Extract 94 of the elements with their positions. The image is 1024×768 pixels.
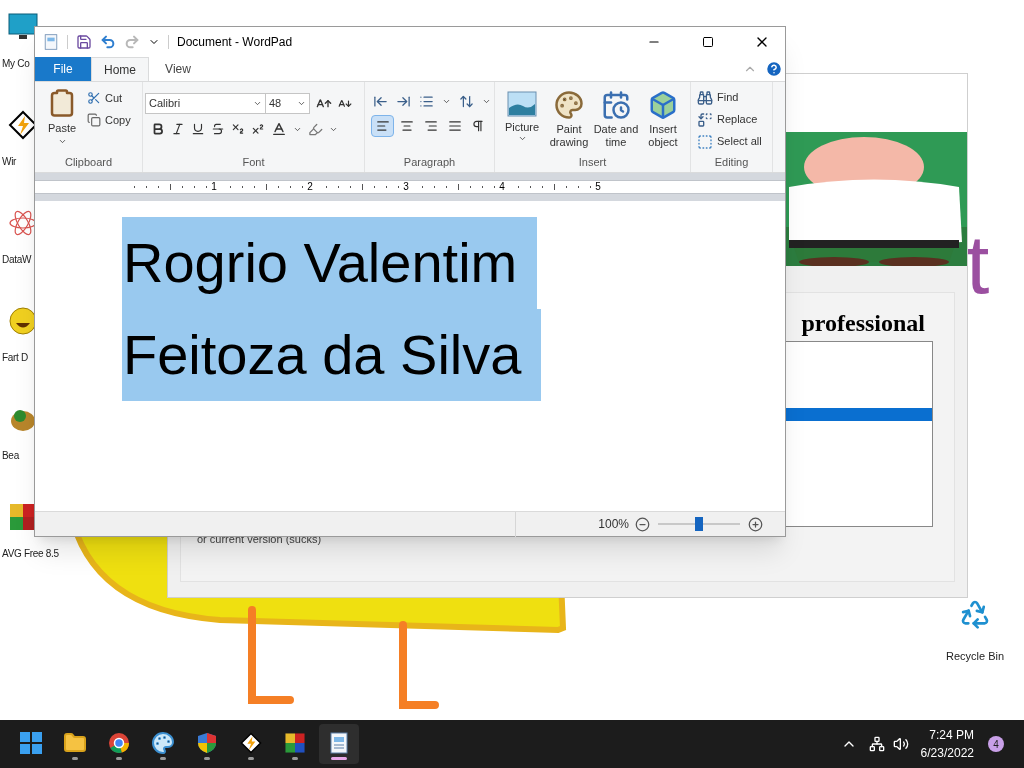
ruler-number: 4	[498, 182, 506, 192]
caret-icon[interactable]	[482, 97, 491, 106]
ruler-number: 3	[402, 182, 410, 192]
ribbon-tab[interactable]: Home	[91, 57, 149, 81]
align-justify-icon	[447, 119, 462, 133]
calendar-clock-icon	[601, 90, 631, 120]
group-label: Insert	[577, 154, 608, 170]
caret-icon[interactable]	[297, 99, 306, 108]
desktop-icon-label[interactable]: Fart D	[2, 350, 28, 365]
zoom-out-icon[interactable]	[635, 516, 650, 532]
highlighter-icon[interactable]	[308, 121, 323, 137]
increase-indent-icon[interactable]	[396, 94, 411, 109]
volume-icon[interactable]	[892, 736, 909, 752]
editing-button[interactable]: Find	[697, 88, 772, 107]
document-area[interactable]: Rogrio Valentim Feitoza da Silva	[35, 201, 785, 511]
align-left-button[interactable]	[371, 115, 394, 137]
desktop-icon-label[interactable]: My Co	[2, 56, 30, 71]
ruler-number: 2	[306, 182, 314, 192]
cube-icon	[648, 90, 678, 120]
notification-badge[interactable]: 4	[988, 736, 1004, 752]
ribbon-tab[interactable]: View	[149, 57, 207, 81]
recycle-bin-icon[interactable]	[959, 598, 991, 630]
decrease-indent-icon[interactable]	[373, 94, 388, 109]
align-right-icon	[423, 119, 438, 133]
insert-button[interactable]: Date and time	[593, 90, 639, 154]
group-label: Paragraph	[402, 154, 457, 170]
line-spacing-icon[interactable]	[459, 94, 474, 109]
desktop-icon-label[interactable]: Bea	[2, 448, 19, 463]
document-text: Rogrio Valentim	[122, 217, 538, 309]
undo-icon[interactable]	[100, 34, 116, 50]
browser-icon[interactable]	[108, 731, 130, 754]
editing-button[interactable]: Replace	[697, 110, 772, 129]
file-tab[interactable]: File	[35, 57, 91, 81]
paragraph-icon[interactable]	[471, 119, 485, 133]
ruler-number: 5	[594, 182, 602, 192]
font-name-field[interactable]: Calibri	[145, 93, 266, 114]
paste-button[interactable]: Paste	[43, 88, 81, 154]
group-label: Editing	[713, 154, 750, 170]
insert-button[interactable]: Picture	[499, 90, 545, 154]
desktop-icon-label[interactable]: Recycle Bin	[945, 648, 1005, 665]
folder-icon[interactable]	[63, 730, 87, 755]
italic-icon[interactable]	[171, 122, 185, 136]
replace-icon	[697, 111, 713, 128]
copy-icon	[87, 113, 101, 127]
cut-button[interactable]: Cut	[87, 88, 131, 108]
document-text: Feitoza da Silva	[122, 309, 542, 401]
desktop-icon-label[interactable]: DataW	[2, 252, 32, 267]
list-box[interactable]	[783, 341, 933, 527]
group-label: Clipboard	[63, 154, 114, 170]
editing-button[interactable]: Select all	[697, 132, 772, 151]
subscript-icon[interactable]	[231, 122, 245, 136]
align-left-icon	[375, 119, 390, 133]
group-label: Font	[241, 154, 266, 170]
monitor-icon	[8, 12, 38, 42]
palette-icon[interactable]	[151, 730, 175, 755]
landscape-icon	[507, 90, 537, 118]
insert-button[interactable]: Insert object	[640, 90, 686, 154]
binoculars-icon	[697, 89, 713, 106]
taskbar-button[interactable]	[319, 724, 359, 764]
superscript-icon[interactable]	[251, 122, 265, 136]
lightning-icon[interactable]	[240, 731, 262, 754]
bold-icon[interactable]	[151, 122, 165, 136]
ruler-number: 1	[210, 182, 218, 192]
desktop-icon-label[interactable]: AVG Free 8.5	[2, 546, 59, 561]
select-all-icon	[697, 133, 713, 150]
clock[interactable]: 7:24 PM 6/23/2022	[920, 726, 974, 762]
caret-icon[interactable]	[253, 99, 262, 108]
zoom-thumb[interactable]	[695, 517, 703, 531]
network-icon[interactable]	[868, 736, 885, 752]
font-size-field[interactable]: 48	[266, 93, 310, 114]
avg-icon[interactable]	[284, 731, 306, 754]
shield-icon[interactable]	[197, 731, 217, 754]
palette-icon	[554, 90, 584, 120]
underline-icon[interactable]	[191, 122, 205, 136]
save-icon[interactable]	[76, 34, 92, 50]
desktop-icon-label[interactable]: Wir	[2, 154, 17, 169]
panel-heading: professional	[801, 311, 925, 335]
scissors-icon	[87, 91, 101, 105]
copy-button[interactable]: Copy	[87, 110, 131, 130]
bullet-list-icon[interactable]	[419, 94, 434, 109]
caret-icon	[517, 134, 527, 143]
wallpaper-letter: t	[966, 222, 990, 306]
align-center-icon	[399, 119, 414, 133]
zoom-in-icon[interactable]	[748, 516, 763, 532]
strikethrough-icon[interactable]	[211, 122, 225, 136]
window-title: Document - WordPad	[177, 34, 293, 51]
zoom-level: 100%	[598, 516, 629, 533]
caret-icon[interactable]	[442, 97, 451, 106]
wordpad-icon[interactable]	[328, 731, 350, 754]
insert-button[interactable]: Paint drawing	[546, 90, 592, 154]
maximize-icon	[702, 36, 714, 48]
font-color-icon[interactable]	[271, 121, 287, 137]
help-icon[interactable]	[765, 60, 783, 78]
windows-logo-icon[interactable]	[20, 731, 42, 754]
